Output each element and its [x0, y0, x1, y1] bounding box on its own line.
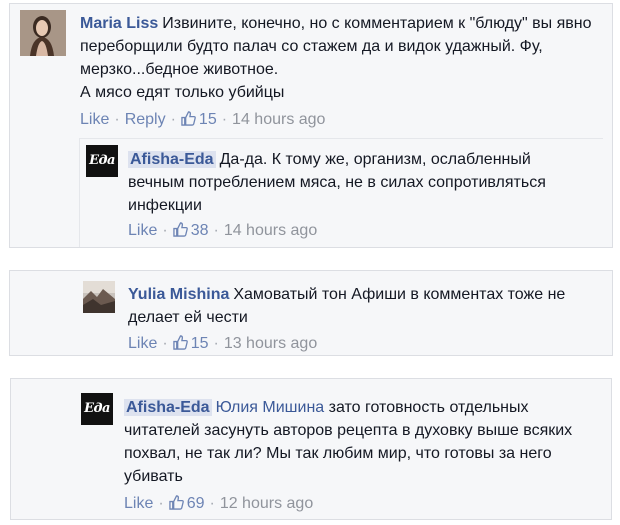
eda-logo-icon: Eда: [84, 401, 110, 416]
avatar[interactable]: [20, 10, 66, 56]
avatar[interactable]: [83, 281, 115, 313]
like-link[interactable]: Like: [128, 222, 157, 239]
thumbs-up-icon: [172, 335, 188, 350]
like-count[interactable]: 15: [191, 335, 209, 352]
author-link[interactable]: Yulia Mishina: [128, 286, 229, 303]
timestamp[interactable]: 14 hours ago: [232, 111, 325, 128]
author-link[interactable]: Maria Liss: [80, 15, 158, 32]
like-link[interactable]: Like: [124, 495, 153, 512]
avatar[interactable]: Eда: [86, 145, 118, 177]
comment-actions: Like · 38 · 14 hours ago: [128, 222, 318, 239]
thumbs-up-icon: [172, 222, 188, 237]
reply-link[interactable]: Reply: [125, 111, 166, 128]
avatar[interactable]: Eда: [81, 393, 113, 425]
mention-link[interactable]: Юлия Мишина: [216, 399, 325, 416]
like-count[interactable]: 15: [199, 111, 217, 128]
timestamp[interactable]: 14 hours ago: [224, 222, 317, 239]
author-link[interactable]: Afisha-Eda: [124, 399, 212, 416]
comment-body: Maria Liss Извините, конечно, но с коммен…: [80, 12, 600, 104]
like-link[interactable]: Like: [128, 335, 157, 352]
like-link[interactable]: Like: [80, 111, 109, 128]
thumbs-up-icon: [181, 111, 196, 126]
like-count[interactable]: 38: [191, 222, 209, 239]
thumbs-up-icon: [168, 495, 184, 510]
timestamp[interactable]: 13 hours ago: [224, 335, 317, 352]
comment-actions: Like · 15 · 13 hours ago: [128, 335, 318, 352]
comment-body: Afisha-Eda Да-да. К тому же, организм, ос…: [128, 148, 588, 217]
eda-logo-icon: Eда: [89, 153, 115, 168]
comment-body: Afisha-Eda Юлия Мишина зато готовность от…: [124, 396, 594, 488]
landscape-photo-icon: [83, 281, 115, 313]
author-link[interactable]: Afisha-Eda: [128, 151, 216, 168]
timestamp[interactable]: 12 hours ago: [220, 495, 313, 512]
user-photo-icon: [20, 10, 66, 56]
comment-actions: Like · Reply · 15 · 14 hours ago: [80, 111, 326, 128]
comment-actions: Like · 69 · 12 hours ago: [124, 495, 314, 512]
comment-text: А мясо едят только убийцы: [80, 84, 285, 101]
comment-body: Yulia Mishina Хамоватый тон Афиши в комме…: [128, 283, 588, 329]
like-count[interactable]: 69: [187, 495, 205, 512]
